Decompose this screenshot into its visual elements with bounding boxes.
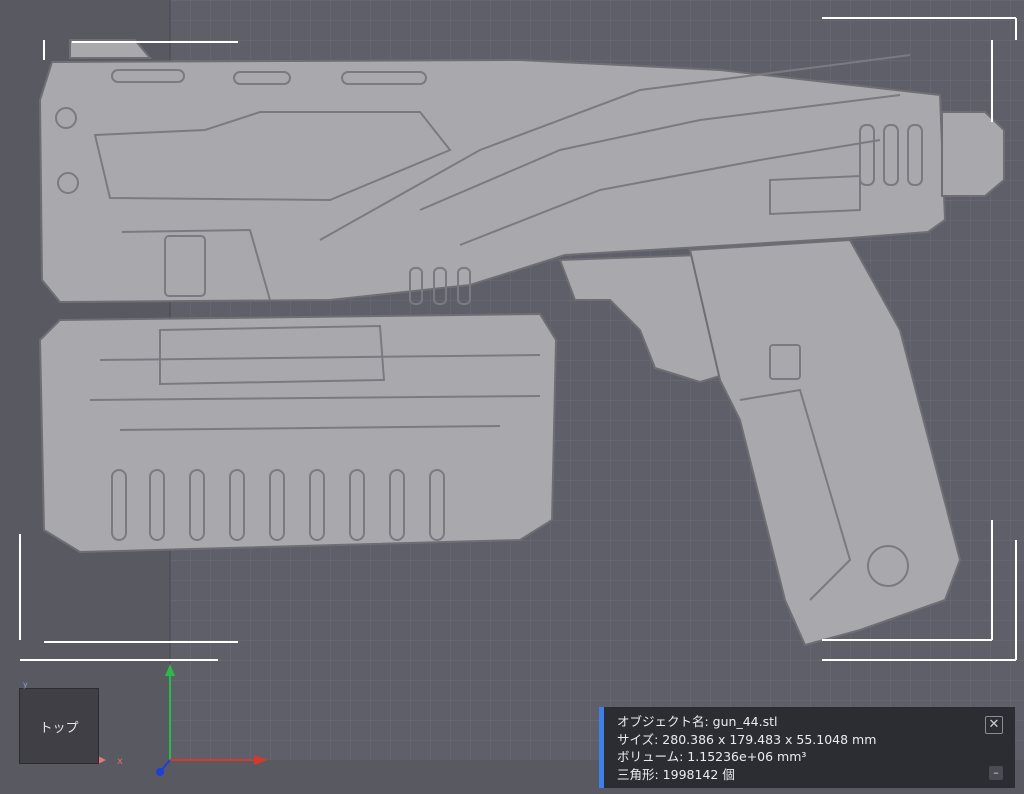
3d-viewport[interactable] [0, 0, 1024, 794]
object-name: オブジェクト名: gun_44.stl [617, 714, 778, 729]
object-info-panel: オブジェクト名: gun_44.stl サイズ: 280.386 x 179.4… [599, 707, 1015, 788]
view-cube-label: トップ [39, 720, 79, 736]
object-triangles: 三角形: 1998142 個 [617, 766, 735, 782]
x-axis-label: x [117, 756, 123, 767]
object-size: サイズ: 280.386 x 179.483 x 55.1048 mm [617, 731, 877, 747]
object-volume: ボリューム: 1.15236e+06 mm³ [617, 749, 807, 764]
minimize-icon[interactable]: – [989, 766, 1003, 780]
y-axis-label: y [23, 680, 28, 689]
view-cube-top[interactable]: トップ [19, 688, 99, 764]
close-icon[interactable]: ✕ [985, 716, 1003, 734]
